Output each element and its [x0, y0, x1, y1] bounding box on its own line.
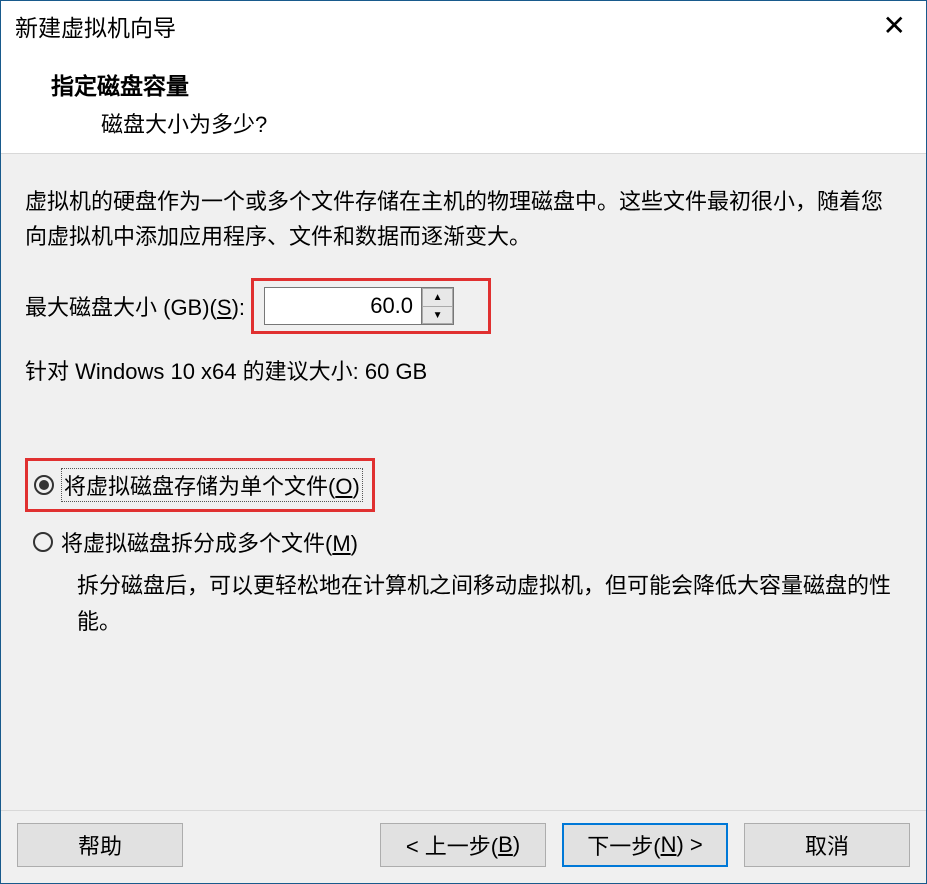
- disk-size-label: 最大磁盘大小 (GB)(S):: [25, 290, 245, 322]
- wizard-window: 新建虚拟机向导 ✕ 指定磁盘容量 磁盘大小为多少? 虚拟机的硬盘作为一个或多个文…: [0, 0, 927, 884]
- spinner-down-icon[interactable]: ▼: [422, 306, 453, 325]
- radio-split-label: 将虚拟磁盘拆分成多个文件(M): [61, 526, 358, 558]
- radio-selected-icon: [34, 475, 54, 495]
- disk-size-stepper[interactable]: ▲ ▼: [264, 287, 454, 325]
- body-region: 虚拟机的硬盘作为一个或多个文件存储在主机的物理磁盘中。这些文件最初很小，随着您向…: [1, 153, 926, 810]
- next-button-hotkey: N: [661, 832, 677, 858]
- next-button-suffix: ) >: [676, 832, 702, 858]
- radio-single-label: 将虚拟磁盘存储为单个文件(O): [62, 469, 362, 501]
- disk-size-label-prefix: 最大磁盘大小 (GB)(: [25, 295, 217, 320]
- spinner-up-icon[interactable]: ▲: [422, 288, 453, 306]
- radio-split-suffix: ): [351, 531, 358, 556]
- titlebar: 新建虚拟机向导 ✕: [1, 1, 926, 47]
- spinner-buttons: ▲ ▼: [421, 288, 453, 324]
- page-subheading: 磁盘大小为多少?: [51, 107, 926, 139]
- intro-text: 虚拟机的硬盘作为一个或多个文件存储在主机的物理磁盘中。这些文件最初很小，随着您向…: [25, 184, 902, 254]
- back-button-prefix: < 上一步(: [406, 829, 498, 861]
- header-region: 新建虚拟机向导 ✕ 指定磁盘容量 磁盘大小为多少?: [1, 1, 926, 153]
- window-title: 新建虚拟机向导: [15, 9, 176, 43]
- radio-unselected-icon: [33, 532, 53, 552]
- split-note-text: 拆分磁盘后，可以更轻松地在计算机之间移动虚拟机，但可能会降低大容量磁盘的性能。: [25, 568, 902, 638]
- disk-size-row: 最大磁盘大小 (GB)(S): ▲ ▼: [25, 278, 902, 334]
- footer: 帮助 < 上一步(B) 下一步(N) > 取消: [1, 810, 926, 883]
- disk-size-label-suffix: ):: [232, 295, 245, 320]
- radio-split-prefix: 将虚拟磁盘拆分成多个文件(: [61, 531, 332, 556]
- help-button[interactable]: 帮助: [17, 823, 183, 867]
- radio-single-file[interactable]: 将虚拟磁盘存储为单个文件(O): [34, 469, 362, 501]
- radio-single-suffix: ): [352, 474, 359, 499]
- radio-single-highlight: 将虚拟磁盘存储为单个文件(O): [25, 458, 375, 512]
- recommended-size-text: 针对 Windows 10 x64 的建议大小: 60 GB: [25, 354, 902, 386]
- radio-split-files[interactable]: 将虚拟磁盘拆分成多个文件(M): [25, 526, 902, 558]
- back-button[interactable]: < 上一步(B): [380, 823, 546, 867]
- cancel-button[interactable]: 取消: [744, 823, 910, 867]
- page-heading: 指定磁盘容量: [51, 67, 926, 101]
- next-button-prefix: 下一步(: [587, 829, 660, 861]
- next-button[interactable]: 下一步(N) >: [562, 823, 728, 867]
- back-button-hotkey: B: [498, 832, 513, 858]
- heading-block: 指定磁盘容量 磁盘大小为多少?: [1, 47, 926, 153]
- disk-size-hotkey: S: [217, 295, 232, 320]
- disk-size-input[interactable]: [265, 288, 421, 324]
- radio-single-hotkey: O: [335, 474, 352, 499]
- radio-split-hotkey: M: [332, 531, 350, 556]
- disk-size-highlight: ▲ ▼: [251, 278, 491, 334]
- radio-single-prefix: 将虚拟磁盘存储为单个文件(: [64, 474, 335, 499]
- back-button-suffix: ): [513, 832, 520, 858]
- close-icon[interactable]: ✕: [877, 10, 912, 42]
